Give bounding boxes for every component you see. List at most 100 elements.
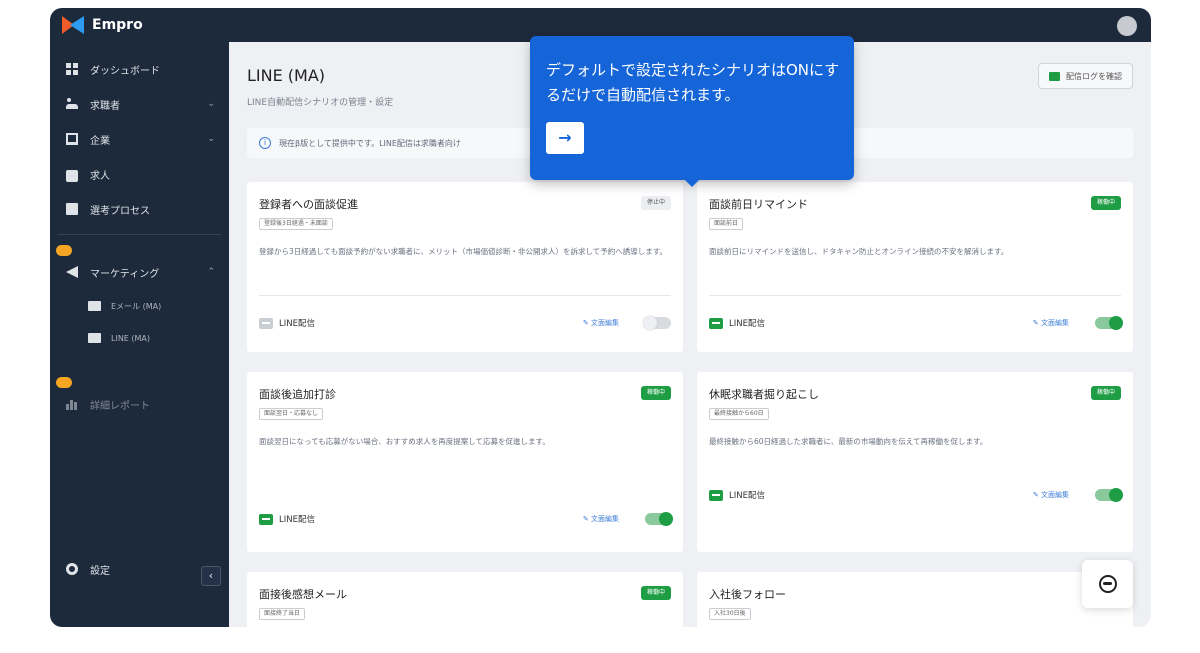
banner-text: 現在β版として提供中です。LINE配信は求職者向け [279,138,461,148]
chat-bubble-icon [1099,575,1117,593]
scenario-card: 面談後追加打診 稼働中 面談翌日・応募なし 面談翌日になっても応募がない場合、お… [247,372,683,552]
edit-message-link[interactable]: ✎ 文面編集 [583,318,619,328]
sidebar-item-label: ダッシュボード [90,65,160,77]
card-description: 面談翌日になっても応募がない場合、おすすめ求人を再度提案して応募を促進します。 [259,437,550,446]
app-name: Empro [92,17,143,33]
clipboard-icon [66,203,78,215]
chat-icon [88,333,101,343]
trigger-tag: 登録後3日経過・未面談 [259,218,333,230]
scenario-toggle[interactable] [1095,488,1123,502]
avatar[interactable] [1117,16,1137,36]
edit-message-link[interactable]: ✎ 文面編集 [1033,490,1069,500]
scenario-card: 登録者への面談促進 停止中 登録後3日経過・未面談 登録から3日経過しても面談予… [247,182,683,352]
sidebar-item-reports[interactable]: 詳細レポート [50,390,229,418]
channel-label: LINE配信 [729,319,765,329]
status-badge: 停止中 [640,196,671,210]
sidebar-item-selection-process[interactable]: 選考プロセス [50,195,229,223]
dashboard-icon [66,63,78,75]
help-chat-button[interactable] [1082,560,1133,608]
collapse-sidebar-button[interactable]: ‹ [201,566,221,586]
new-badge [56,377,72,388]
card-title: 登録者への面談促進 [259,198,358,211]
sidebar-item-companies[interactable]: 企業 ⌄ [50,125,229,153]
line-icon [259,513,273,525]
logo-icon [62,16,88,34]
channel-label: LINE配信 [729,491,765,501]
sidebar-item-label: 求人 [90,170,110,182]
card-divider [709,295,1121,296]
card-footer: LINE配信 ✎ 文面編集 [259,509,673,529]
info-icon: i [259,137,271,149]
sidebar-item-label: 選考プロセス [90,205,150,217]
card-title: 入社後フォロー [709,588,786,601]
sidebar-item-label: 詳細レポート [90,400,150,412]
chevron-up-icon: ⌃ [207,267,215,277]
tooltip-pointer [684,179,700,187]
status-badge: 稼働中 [640,586,671,600]
sidebar-item-job-seekers[interactable]: 求職者 ⌄ [50,90,229,118]
chat-icon [1049,71,1060,81]
sidebar-divider [58,234,221,235]
sidebar-item-marketing[interactable]: マーケティング ⌃ [50,258,229,286]
card-footer: LINE配信 ✎ 文面編集 [709,485,1123,505]
status-badge: 稼働中 [640,386,671,400]
edit-label: 文面編集 [591,515,619,523]
sidebar-item-dashboard[interactable]: ダッシュボード [50,55,229,83]
trigger-tag: 最終接触から60日 [709,408,769,420]
sidebar-item-label: LINE (MA) [111,333,151,343]
sidebar-item-email-ma[interactable]: Eメール (MA) [50,295,229,317]
scenario-toggle[interactable] [645,512,673,526]
card-title: 面接後感想メール [259,588,347,601]
page-subtitle: LINE自動配信シナリオの管理・設定 [247,98,394,108]
line-icon [259,317,273,329]
view-delivery-log-button[interactable]: 配信ログを確認 [1038,63,1133,89]
line-icon [709,489,723,501]
card-footer: LINE配信 ✎ 文面編集 [709,313,1123,333]
card-description: 登録から3日経過しても面談予約がない求職者に、メリット（市場価値診断・非公開求人… [259,247,667,256]
app-logo[interactable]: Empro [62,16,143,34]
card-title: 休眠求職者掘り起こし [709,388,819,401]
card-title: 面談後追加打診 [259,388,336,401]
tooltip-next-button[interactable]: → [546,122,584,154]
status-badge: 稼働中 [1090,386,1121,400]
scenario-card: 休眠求職者掘り起こし 稼働中 最終接触から60日 最終接触から60日経過した求職… [697,372,1133,552]
scenario-toggle[interactable] [643,316,671,330]
edit-message-link[interactable]: ✎ 文面編集 [1033,318,1069,328]
scenario-card: 面談前日リマインド 稼働中 面談前日 面談前日にリマインドを送信し、ドタキャン防… [697,182,1133,352]
card-divider [259,295,671,296]
edit-label: 文面編集 [1041,319,1069,327]
line-icon [709,317,723,329]
trigger-tag: 面談前日 [709,218,744,230]
trigger-tag: 入社30日後 [709,608,751,620]
card-description: 最終接触から60日経過した求職者に、最新の市場動向を伝えて再稼働を促します。 [709,437,988,446]
new-badge [56,245,72,256]
card-title: 面談前日リマインド [709,198,808,211]
trigger-tag: 面談翌日・応募なし [259,408,324,420]
scenario-toggle[interactable] [1095,316,1123,330]
sidebar-item-label: 企業 [90,135,110,147]
chevron-down-icon: ⌄ [207,134,215,144]
megaphone-icon [66,266,78,278]
sidebar: ダッシュボード 求職者 ⌄ 企業 ⌄ 求人 選考プロセス マーケティング ⌃ E… [50,42,229,627]
briefcase-icon [66,170,78,182]
button-label: 配信ログを確認 [1066,71,1122,81]
sidebar-item-label: マーケティング [90,268,160,280]
page-title: LINE (MA) [247,66,326,85]
sidebar-item-line-ma[interactable]: LINE (MA) [50,327,229,349]
tooltip-text: デフォルトで設定されたシナリオはONにするだけで自動配信されます。 [546,61,840,104]
chevron-down-icon: ⌄ [207,99,215,109]
scenario-card: 面接後感想メール 稼働中 面接終了当日 [247,572,683,627]
onboarding-tooltip: デフォルトで設定されたシナリオはONにするだけで自動配信されます。 → [530,36,854,180]
card-footer: LINE配信 ✎ 文面編集 [259,313,671,333]
users-icon [66,98,78,110]
edit-label: 文面編集 [1041,491,1069,499]
chart-icon [66,398,78,410]
edit-message-link[interactable]: ✎ 文面編集 [583,514,619,524]
building-icon [66,133,78,145]
sidebar-item-jobs[interactable]: 求人 [50,160,229,188]
trigger-tag: 面接終了当日 [259,608,306,620]
scenario-card: 入社後フォロー 入社30日後 [697,572,1133,627]
card-description: 面談前日にリマインドを送信し、ドタキャン防止とオンライン接続の不安を解消します。 [709,247,1009,256]
mail-icon [88,301,101,311]
channel-label: LINE配信 [279,319,315,329]
